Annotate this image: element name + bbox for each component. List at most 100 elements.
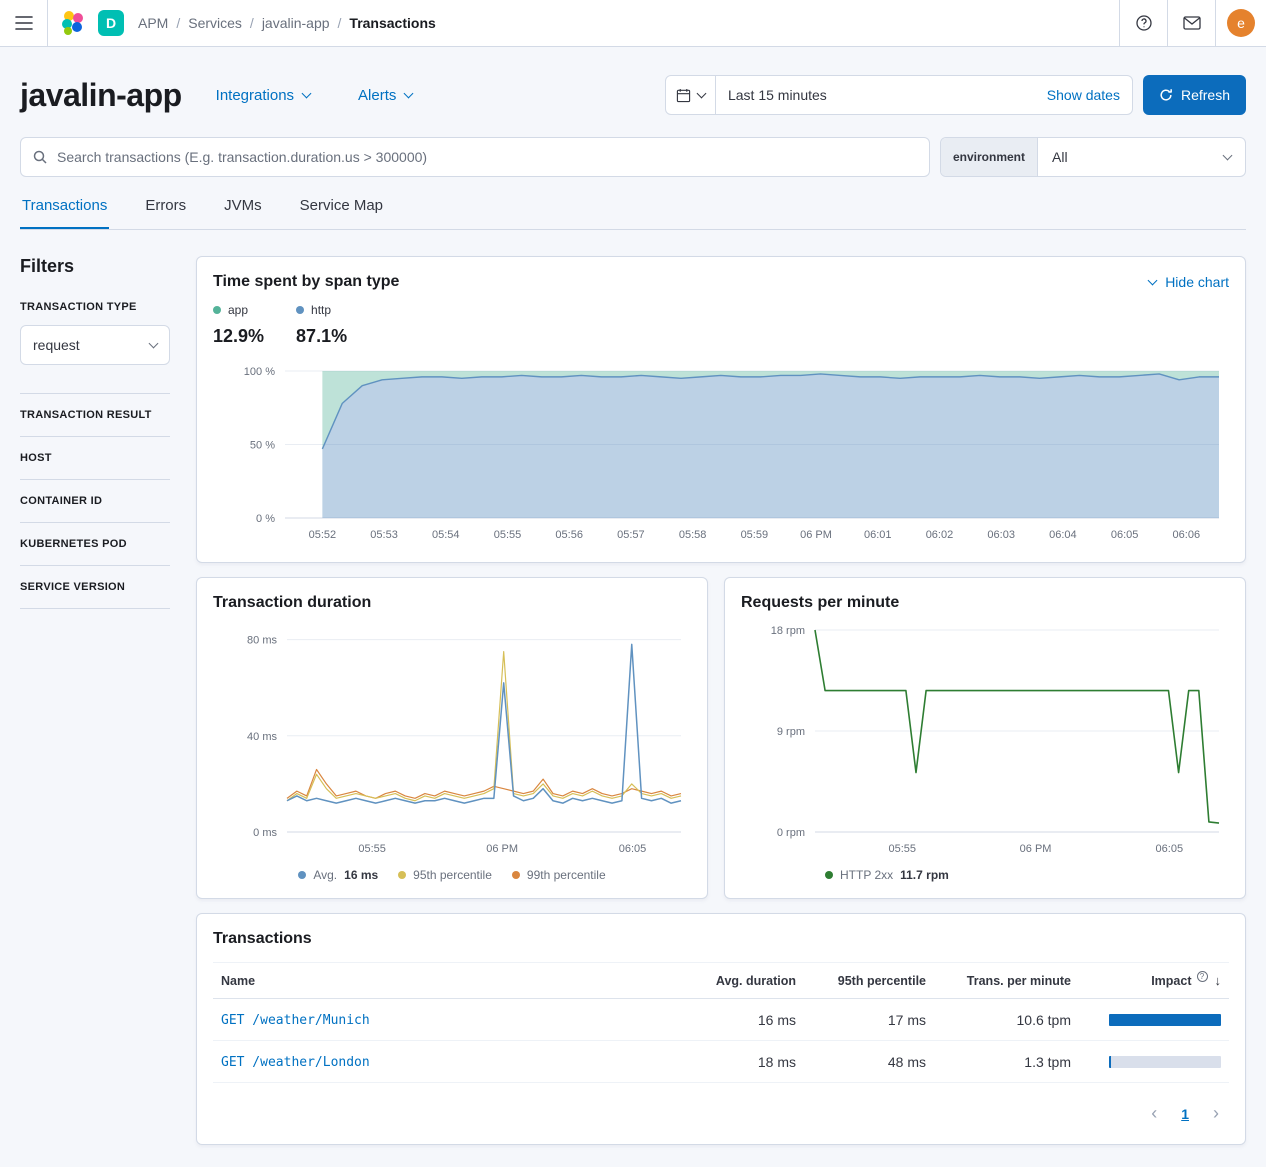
p95-legend-dot-icon xyxy=(398,871,406,879)
hamburger-icon xyxy=(15,16,33,30)
app-legend-dot-icon xyxy=(213,306,221,314)
chevron-down-icon xyxy=(302,88,312,98)
filter-section-kubernetes-pod[interactable]: KUBERNETES POD xyxy=(20,522,170,565)
refresh-button[interactable]: Refresh xyxy=(1143,75,1246,115)
calendar-dropdown-button[interactable] xyxy=(666,76,716,114)
impact-bar xyxy=(1109,1056,1221,1068)
svg-text:9 rpm: 9 rpm xyxy=(777,726,805,738)
chevron-down-icon xyxy=(697,88,707,98)
transactions-table: Name Avg. duration 95th percentile Trans… xyxy=(213,962,1229,1083)
tpm-value: 10.6 tpm xyxy=(934,1000,1079,1040)
app-legend-label: app xyxy=(228,303,248,317)
svg-text:05:52: 05:52 xyxy=(309,529,337,541)
transaction-link-london[interactable]: GET /weather/London xyxy=(221,1055,370,1070)
http-legend-dot-icon xyxy=(296,306,304,314)
tab-errors[interactable]: Errors xyxy=(143,197,188,229)
show-dates-link[interactable]: Show dates xyxy=(1035,87,1132,103)
previous-page-icon[interactable]: ‹ xyxy=(1151,1103,1157,1124)
filter-section-transaction-result[interactable]: TRANSACTION RESULT xyxy=(20,393,170,436)
table-header-row: Name Avg. duration 95th percentile Trans… xyxy=(213,962,1229,999)
svg-text:18 rpm: 18 rpm xyxy=(771,625,805,637)
elastic-logo[interactable] xyxy=(48,10,98,36)
next-page-icon[interactable]: › xyxy=(1213,1103,1219,1124)
legend-http[interactable]: http 87.1% xyxy=(296,303,347,347)
table-row: GET /weather/London 18 ms 48 ms 1.3 tpm xyxy=(213,1040,1229,1082)
transaction-duration-chart[interactable]: 0 ms40 ms80 ms05:5506 PM06:05 xyxy=(213,620,691,860)
menu-icon[interactable] xyxy=(0,0,48,46)
tab-transactions[interactable]: Transactions xyxy=(20,197,109,229)
http-legend-label: http xyxy=(311,303,331,317)
requests-per-minute-chart[interactable]: 0 rpm9 rpm18 rpm05:5506 PM06:05 xyxy=(741,620,1229,860)
filter-section-container-id[interactable]: CONTAINER ID xyxy=(20,479,170,522)
refresh-icon xyxy=(1159,88,1173,102)
hide-chart-button[interactable]: Hide chart xyxy=(1149,274,1229,290)
column-header-name[interactable]: Name xyxy=(213,964,684,998)
legend-http-2xx[interactable]: HTTP 2xx 11.7 rpm xyxy=(825,868,949,882)
svg-text:06:05: 06:05 xyxy=(619,843,647,855)
alerts-menu-button[interactable]: Alerts xyxy=(358,87,412,104)
page-1-button[interactable]: 1 xyxy=(1181,1106,1189,1122)
breadcrumb-apm[interactable]: APM xyxy=(138,15,168,31)
filter-section-host[interactable]: HOST xyxy=(20,436,170,479)
svg-text:05:55: 05:55 xyxy=(358,843,386,855)
span-type-chart[interactable]: 0 %50 %100 %05:5205:5305:5405:5505:5605:… xyxy=(213,361,1229,546)
tab-jvms[interactable]: JVMs xyxy=(222,197,264,229)
svg-text:100 %: 100 % xyxy=(244,366,275,378)
column-header-avg-duration[interactable]: Avg. duration xyxy=(684,964,804,998)
environment-select[interactable]: All xyxy=(1038,138,1245,176)
transaction-type-select[interactable]: request xyxy=(20,325,170,365)
svg-text:06 PM: 06 PM xyxy=(486,843,518,855)
help-icon[interactable] xyxy=(1119,0,1167,46)
transaction-type-value: request xyxy=(33,337,80,353)
impact-info-icon[interactable]: ? xyxy=(1197,971,1208,982)
chevron-down-icon xyxy=(404,88,414,98)
integrations-menu-button[interactable]: Integrations xyxy=(216,87,310,104)
impact-cell xyxy=(1079,1002,1229,1038)
space-avatar[interactable]: D xyxy=(98,10,124,36)
transactions-table-title: Transactions xyxy=(213,930,1229,948)
legend-99th-percentile[interactable]: 99th percentile xyxy=(512,868,606,882)
column-header-impact[interactable]: Impact ? ↓ xyxy=(1079,963,1229,998)
user-avatar[interactable]: e xyxy=(1227,9,1255,37)
svg-text:0 %: 0 % xyxy=(256,513,275,525)
sort-desc-icon: ↓ xyxy=(1215,973,1222,988)
top-navigation-bar: D APM / Services / javalin-app / Transac… xyxy=(0,0,1266,47)
transaction-link-munich[interactable]: GET /weather/Munich xyxy=(221,1013,370,1028)
tab-service-map[interactable]: Service Map xyxy=(298,197,385,229)
table-row: GET /weather/Munich 16 ms 17 ms 10.6 tpm xyxy=(213,999,1229,1040)
svg-text:06:04: 06:04 xyxy=(1049,529,1077,541)
http-2xx-legend-value: 11.7 rpm xyxy=(900,868,949,882)
breadcrumb-services[interactable]: Services xyxy=(188,15,242,31)
svg-text:06:05: 06:05 xyxy=(1111,529,1139,541)
filters-title: Filters xyxy=(20,256,170,277)
span-type-card-title: Time spent by span type xyxy=(213,273,399,291)
svg-text:06:06: 06:06 xyxy=(1173,529,1201,541)
column-header-95th-percentile[interactable]: 95th percentile xyxy=(804,964,934,998)
app-percentage: 12.9% xyxy=(213,326,264,347)
newsfeed-icon[interactable] xyxy=(1167,0,1215,46)
svg-text:40 ms: 40 ms xyxy=(247,731,277,743)
requests-per-minute-card: Requests per minute 0 rpm9 rpm18 rpm05:5… xyxy=(724,577,1246,899)
p95-value: 48 ms xyxy=(804,1042,934,1082)
legend-app[interactable]: app 12.9% xyxy=(213,303,264,347)
breadcrumb-service-name[interactable]: javalin-app xyxy=(262,15,330,31)
svg-text:05:55: 05:55 xyxy=(888,843,916,855)
chevron-down-icon xyxy=(1148,275,1158,285)
breadcrumb-current-page: Transactions xyxy=(349,15,435,31)
http-2xx-legend-dot-icon xyxy=(825,871,833,879)
filter-section-service-version[interactable]: SERVICE VERSION xyxy=(20,565,170,608)
svg-text:06:03: 06:03 xyxy=(987,529,1015,541)
http-2xx-legend-label: HTTP 2xx xyxy=(840,868,893,882)
legend-95th-percentile[interactable]: 95th percentile xyxy=(398,868,492,882)
tpm-value: 1.3 tpm xyxy=(934,1042,1079,1082)
search-input[interactable] xyxy=(57,149,918,165)
legend-avg[interactable]: Avg. 16 ms xyxy=(298,868,378,882)
time-range-button[interactable]: Last 15 minutes xyxy=(716,87,1035,103)
requests-per-minute-title: Requests per minute xyxy=(741,594,1229,612)
svg-text:06 PM: 06 PM xyxy=(800,529,832,541)
p99-legend-label: 99th percentile xyxy=(527,868,606,882)
search-icon xyxy=(32,149,48,165)
column-header-trans-per-minute[interactable]: Trans. per minute xyxy=(934,964,1079,998)
svg-text:05:56: 05:56 xyxy=(555,529,583,541)
svg-text:05:55: 05:55 xyxy=(494,529,522,541)
